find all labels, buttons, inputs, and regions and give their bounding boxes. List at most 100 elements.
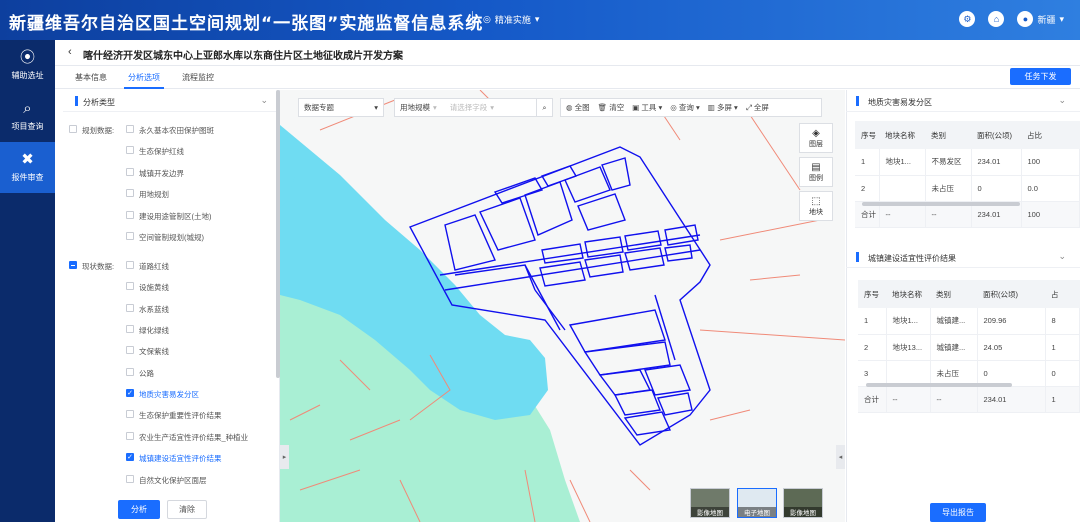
layer-label: 永久基本农田保护图斑 [139, 126, 214, 135]
mode-switch[interactable]: ◎ 精准实施 ▾ [483, 13, 539, 26]
nav-item-site-selection[interactable]: ⦿ 辅助选址 [0, 40, 55, 91]
back-button[interactable]: ‹ [68, 46, 72, 58]
search-doc-icon: ⌕ [23, 100, 32, 117]
table-row[interactable]: 2 未占压 0 0.0 [855, 175, 1080, 202]
table1-scrollbar[interactable] [862, 202, 1020, 206]
section-title: 地质灾害易发分区 [868, 98, 932, 107]
layer-label: 空间管制规划(城规) [139, 233, 204, 242]
nav-item-review[interactable]: ✖ 报件审查 [0, 142, 55, 193]
table-row[interactable]: 1 地块1... 不易发区 234.01 100 [855, 149, 1080, 176]
layer-checkbox[interactable] [126, 475, 134, 483]
layer-checkbox[interactable] [126, 168, 134, 176]
task-dispatch-button[interactable]: 任务下发 [1010, 68, 1071, 85]
layer-checkbox[interactable] [126, 304, 134, 312]
layer-checkbox[interactable] [126, 189, 134, 197]
column-header: 类别 [930, 280, 977, 308]
user-icon: ● [1017, 11, 1034, 27]
clear-button[interactable]: 清除 [167, 500, 207, 519]
analysis-type-header[interactable]: 分析类型 ⌄ [63, 90, 280, 112]
chevron-down-icon[interactable]: ⌄ [1058, 95, 1066, 106]
section-accent [856, 96, 859, 106]
table-row[interactable]: 1 地块1... 城镇建... 209.96 8 [858, 308, 1080, 335]
home-icon[interactable]: ⌂ [988, 11, 1005, 27]
nav-item-project-query[interactable]: ⌕ 项目查询 [0, 91, 55, 142]
layers-icon: ◈ [812, 127, 820, 139]
group-checkbox-current[interactable] [69, 261, 77, 269]
user-menu[interactable]: ● 新疆 ▾ [1017, 11, 1064, 27]
basemap-imagery-2[interactable]: 影像地图 [783, 488, 823, 518]
layers-control[interactable]: ◈ 图层 [799, 123, 833, 153]
legend-control[interactable]: ▤ 图例 [799, 157, 833, 187]
column-header: 面积(公顷) [977, 280, 1045, 308]
layer-label: 公路 [139, 369, 154, 378]
layer-checkbox[interactable] [126, 410, 134, 418]
chevron-down-icon[interactable]: ⌄ [260, 95, 268, 106]
page-title: 喀什经济开发区城东中心上亚郎水库以东商住片区土地征收成片开发方案 [83, 51, 403, 62]
location-icon: ⦿ [19, 49, 35, 66]
layer-checkbox[interactable] [126, 146, 134, 154]
layer-label: 城镇开发边界 [139, 169, 184, 178]
column-header: 地块名称 [886, 280, 930, 308]
analyze-button[interactable]: 分析 [118, 500, 160, 519]
table2-header[interactable]: 城镇建设适宜性评价结果 ⌄ [846, 246, 1080, 268]
layer-checkbox-checked[interactable]: ✓ [126, 389, 134, 397]
tab-process-monitor[interactable]: 流程监控 [182, 72, 214, 83]
layer-checkbox[interactable] [126, 261, 134, 269]
topic-select[interactable]: 数据专题 ▾ [298, 98, 384, 117]
topic-label: 数据专题 [304, 103, 334, 112]
tools-icon: ✖ [21, 151, 34, 168]
tab-bar: 基本信息 分析选项 流程监控 任务下发 [55, 66, 1080, 89]
table2-scrollbar[interactable] [866, 383, 1012, 387]
land-scale-label: 用地规模 [400, 103, 430, 112]
left-nav: ⦿ 辅助选址 ⌕ 项目查询 ✖ 报件审查 [0, 40, 55, 522]
tab-basic-info[interactable]: 基本信息 [75, 72, 107, 83]
layer-checkbox[interactable] [126, 432, 134, 440]
export-report-button[interactable]: 导出报告 [930, 503, 986, 522]
layer-checkbox[interactable] [126, 325, 134, 333]
search-button[interactable]: ⌕ [536, 98, 553, 117]
collapse-left-icon[interactable]: ▸ [280, 445, 289, 469]
layer-checkbox[interactable] [126, 368, 134, 376]
tab-analysis[interactable]: 分析选项 [124, 72, 164, 89]
mode-label: 精准实施 [494, 15, 531, 25]
layer-label: 建设用途管制区(土地) [139, 212, 212, 221]
layer-checkbox[interactable] [126, 282, 134, 290]
basemap-imagery[interactable]: 影像地图 [690, 488, 730, 518]
group-label: 规划数据: [82, 126, 115, 135]
layer-checkbox[interactable] [126, 232, 134, 240]
layer-label: 设施黄线 [139, 283, 169, 292]
settings-icon[interactable]: ⚙ [959, 11, 976, 27]
collapse-right-icon[interactable]: ◂ [836, 445, 845, 469]
top-bar: 新疆维吾尔自治区国土空间规划“一张图”实施监督信息系统 ◎ 精准实施 ▾ ⚙ ⌂… [0, 0, 1080, 40]
control-label: 图例 [809, 174, 823, 182]
table-row[interactable]: 2 地块13... 城镇建... 24.05 1 [858, 334, 1080, 361]
parcel-control[interactable]: ⬚ 地块 [799, 191, 833, 221]
section-accent [856, 252, 859, 262]
layer-label: 城镇建设适宜性评价结果 [139, 454, 222, 463]
clear-tool[interactable]: 🗑 清空 [598, 102, 625, 113]
layer-label: 用地规划 [139, 190, 169, 199]
multiscreen-menu[interactable]: ▥ 多屏 ▾ [708, 102, 738, 113]
layer-checkbox[interactable] [126, 125, 134, 133]
layer-checkbox[interactable] [126, 346, 134, 354]
fullview-tool[interactable]: ◍ 全图 [566, 102, 590, 113]
geohazard-table: 序号 地块名称 类别 面积(公顷) 占比 1 地块1... 不易发区 234.01 10… [855, 121, 1080, 228]
layer-checkbox-checked[interactable]: ✓ [126, 453, 134, 461]
layer-label: 自然文化保护区面层 [139, 476, 207, 485]
chevron-down-icon[interactable]: ⌄ [1058, 251, 1066, 262]
field-filter[interactable]: 用地规模 ▾ 请选择字段 ▾ [394, 98, 550, 117]
layer-label: 地质灾害易发分区 [139, 390, 199, 399]
layer-label: 道路红线 [139, 262, 169, 271]
column-header: 占 [1045, 280, 1080, 308]
layer-checkbox[interactable] [126, 211, 134, 219]
group-checkbox-planning[interactable] [69, 125, 77, 133]
layer-label: 农业生产适宜性评价结果_种植业 [139, 433, 249, 442]
fullscreen-tool[interactable]: ⤢ 全屏 [746, 102, 769, 113]
query-menu[interactable]: ◎ 查询 ▾ [670, 102, 700, 113]
tools-menu[interactable]: ▣ 工具 ▾ [632, 102, 662, 113]
map-view[interactable]: 数据专题 ▾ 用地规模 ▾ 请选择字段 ▾ ⌕ ◍ 全图 🗑 清空 ▣ 工具 ▾… [280, 90, 845, 522]
basemap-vector[interactable]: 电子地图 [737, 488, 777, 518]
nav-label: 辅助选址 [11, 71, 44, 80]
table1-header[interactable]: 地质灾害易发分区 ⌄ [846, 90, 1080, 112]
field-placeholder: 请选择字段 [449, 103, 488, 112]
